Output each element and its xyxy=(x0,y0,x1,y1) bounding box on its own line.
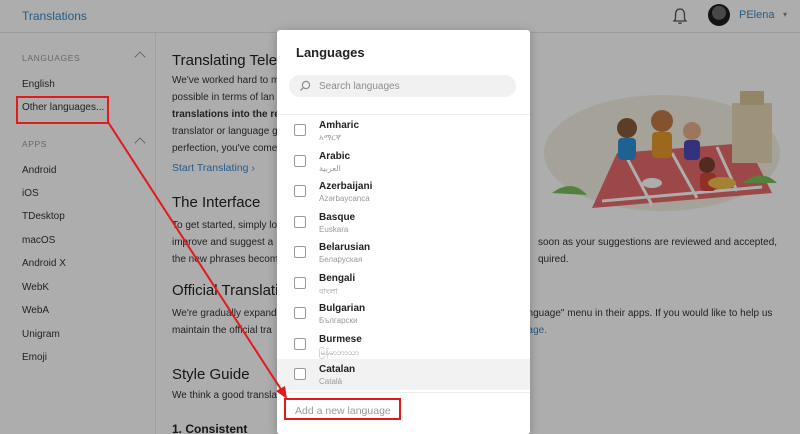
language-native-name: Беларуская xyxy=(319,255,363,264)
language-native-name: العربية xyxy=(319,163,341,173)
language-name: Arabic xyxy=(319,150,351,162)
language-name: Catalan xyxy=(319,364,356,375)
language-native-name: Euskara xyxy=(319,224,349,234)
language-native-name: বাংলা xyxy=(319,286,338,296)
language-name: Bengali xyxy=(319,272,356,284)
language-name: Burmese xyxy=(319,333,362,345)
checkbox[interactable] xyxy=(294,154,306,167)
language-native-name: မြန်မာဘာသာ xyxy=(319,347,359,357)
language-item[interactable]: Burmese မြန်မာဘာသာ xyxy=(277,329,530,360)
language-name: Basque xyxy=(319,211,356,223)
language-name: Belarusian xyxy=(319,242,371,253)
language-native-name: Català xyxy=(319,377,343,386)
language-name: Amharic xyxy=(319,120,360,131)
languages-dialog: Languages Amharic አማርኛ Arabic العربية Az… xyxy=(277,30,530,434)
language-native-name: አማርኛ xyxy=(319,133,341,142)
annotation-box-other-languages xyxy=(16,96,109,124)
language-item[interactable]: Arabic العربية xyxy=(277,146,530,177)
language-name: Bulgarian xyxy=(319,303,366,314)
checkbox[interactable] xyxy=(294,246,306,258)
language-list: Amharic አማርኛ Arabic العربية Azerbaijani … xyxy=(277,114,530,392)
checkbox[interactable] xyxy=(294,368,306,380)
search-input[interactable] xyxy=(319,78,509,94)
language-item[interactable]: Azerbaijani Azərbaycanca xyxy=(277,176,530,207)
language-item[interactable]: Amharic አማርኛ xyxy=(277,115,530,146)
language-native-name: Български xyxy=(319,316,358,325)
annotation-box-add-language xyxy=(284,398,401,420)
language-item[interactable]: Bulgarian Български xyxy=(277,298,530,329)
dialog-title: Languages xyxy=(296,45,365,60)
checkbox[interactable] xyxy=(294,185,306,197)
language-item[interactable]: Basque Euskara xyxy=(277,207,530,238)
language-item-highlighted[interactable]: Catalan Català xyxy=(277,359,530,390)
checkbox[interactable] xyxy=(294,276,306,289)
language-item[interactable]: Belarusian Беларуская xyxy=(277,237,530,268)
checkbox[interactable] xyxy=(294,337,306,350)
search-box xyxy=(289,75,516,97)
search-icon xyxy=(300,80,311,91)
language-name: Azerbaijani xyxy=(319,181,373,192)
checkbox[interactable] xyxy=(294,307,306,319)
checkbox[interactable] xyxy=(294,124,306,136)
checkbox[interactable] xyxy=(294,215,306,228)
language-native-name: Azərbaycanca xyxy=(319,194,370,203)
language-item[interactable]: Bengali বাংলা xyxy=(277,268,530,299)
